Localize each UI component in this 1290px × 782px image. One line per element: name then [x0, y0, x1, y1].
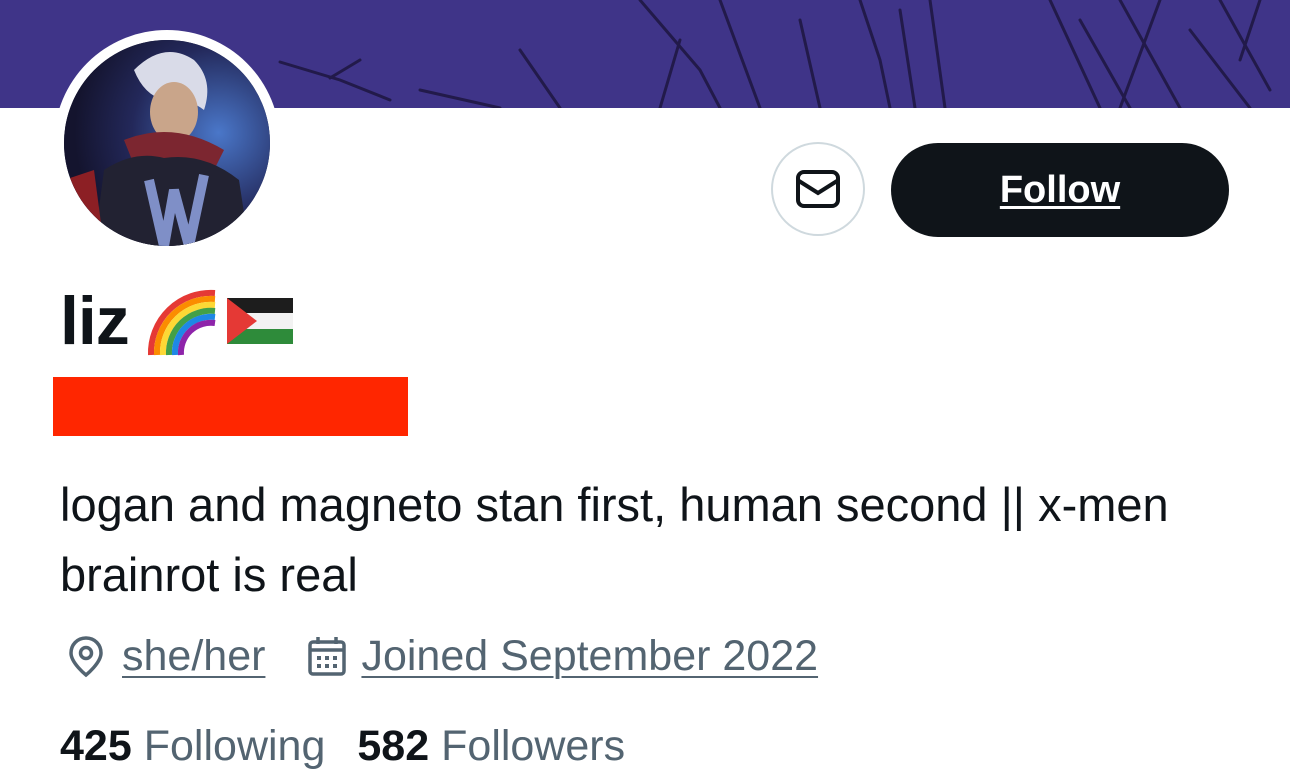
avatar[interactable]: [64, 40, 270, 246]
pronouns-text[interactable]: she/her: [122, 632, 265, 681]
display-name: liz: [60, 283, 130, 359]
message-button[interactable]: [771, 142, 865, 236]
palestine-flag-emoji: [226, 298, 293, 344]
calendar-icon: [308, 637, 347, 676]
location-icon: [69, 636, 103, 678]
following-label: Following: [143, 721, 326, 770]
following-link[interactable]: 425 Following: [60, 722, 325, 771]
redacted-username: [53, 377, 408, 436]
followers-link[interactable]: 582 Followers: [357, 722, 625, 771]
follow-button[interactable]: Follow: [891, 143, 1229, 237]
followers-count: 582: [357, 721, 430, 770]
profile-bio: logan and magneto stan first, human seco…: [60, 478, 1169, 601]
following-count: 425: [60, 721, 132, 770]
mail-icon: [796, 170, 840, 208]
rainbow-emoji: [147, 289, 216, 356]
display-name-row: liz: [60, 284, 293, 358]
follow-stats: 425 Following 582 Followers: [60, 716, 625, 776]
profile-meta: she/her Joined September 2022: [64, 628, 818, 684]
followers-label: Followers: [441, 721, 626, 770]
joined-date[interactable]: Joined September 2022: [361, 632, 818, 681]
